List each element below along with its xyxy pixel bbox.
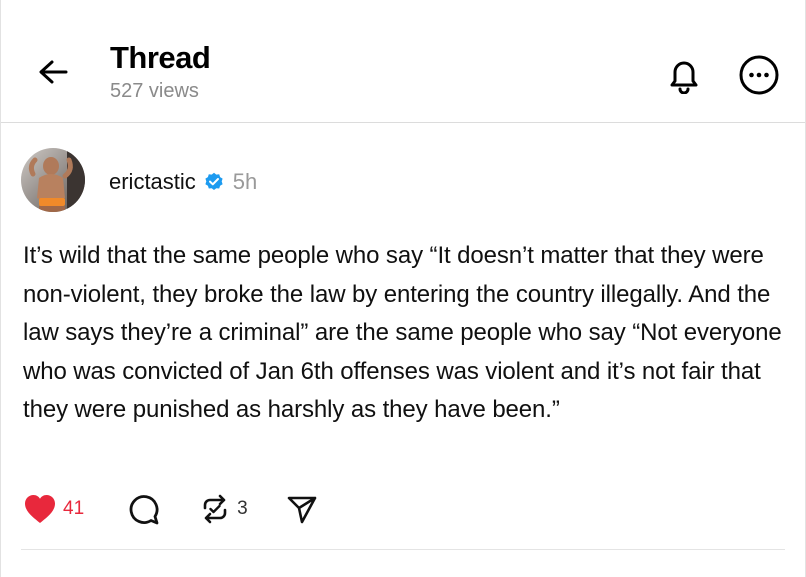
- post-divider: [21, 549, 785, 550]
- post-author-row: erictastic 5h: [109, 166, 257, 198]
- like-button[interactable]: 41: [23, 493, 84, 525]
- header-title-block: Thread 527 views: [110, 40, 211, 104]
- verified-badge-icon: [204, 172, 224, 192]
- more-options-button[interactable]: [734, 50, 784, 100]
- post-body-text: It’s wild that the same people who say “…: [23, 242, 782, 423]
- avatar[interactable]: [21, 148, 85, 212]
- post-timestamp: 5h: [232, 169, 258, 194]
- back-button[interactable]: [31, 52, 75, 92]
- page-title: Thread: [110, 40, 211, 75]
- username[interactable]: erictastic: [109, 169, 196, 195]
- view-count: 527 views: [110, 80, 199, 102]
- repost-button[interactable]: 3: [199, 493, 248, 525]
- arrow-left-icon: [39, 60, 68, 84]
- avatar-image: [21, 148, 85, 212]
- share-button[interactable]: [286, 493, 318, 525]
- repost-count: 3: [237, 498, 248, 519]
- more-dots-icon: [739, 55, 779, 95]
- thread-screen: Thread 527 views erictastic 5h It’s wild…: [0, 0, 806, 577]
- thread-header: Thread 527 views: [1, 0, 805, 123]
- like-count: 41: [63, 498, 85, 519]
- comment-button[interactable]: [126, 492, 160, 526]
- heart-icon: [25, 495, 55, 523]
- comment-icon: [129, 495, 159, 525]
- bell-icon: [670, 61, 698, 94]
- post-actions: 41 3: [23, 490, 318, 528]
- repost-icon: [203, 494, 227, 524]
- share-icon: [287, 496, 317, 524]
- notifications-button[interactable]: [659, 50, 709, 100]
